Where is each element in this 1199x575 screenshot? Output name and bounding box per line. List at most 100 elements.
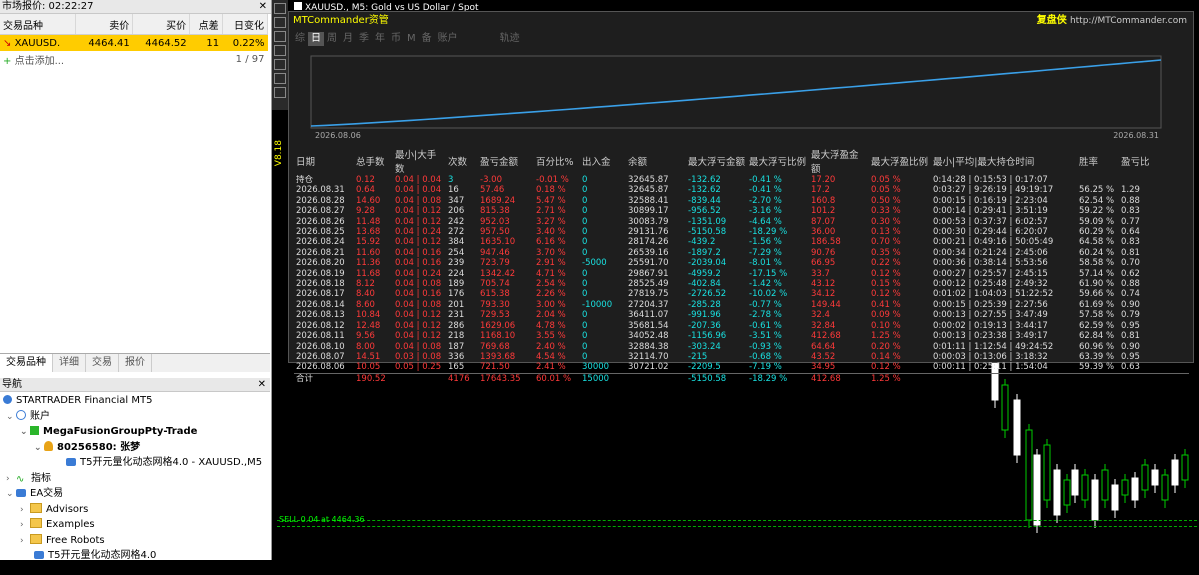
table-cell: 0 (582, 289, 588, 300)
col-change[interactable]: 日变化 (222, 14, 269, 35)
nav-item-server[interactable]: ⌄ MegaFusionGroupPty-Trade (0, 424, 270, 440)
table-cell: 0 (582, 216, 588, 227)
col-spread[interactable]: 点差 (189, 14, 223, 35)
nav-item-advisors[interactable]: › Advisors (0, 502, 270, 518)
chevron-down-icon[interactable]: ⌄ (20, 425, 30, 441)
table-cell: 0:00:53 | 0:37:37 | 6:02:57 (933, 216, 1048, 227)
chevron-down-icon[interactable]: ⌄ (6, 487, 16, 503)
chevron-right-icon[interactable]: › (20, 503, 30, 519)
table-cell: 952.03 (480, 216, 510, 227)
table-cell: 2026.08.24 (296, 237, 345, 248)
table-row: 2026.08.14 8.60 0.04 | 0.08 201 793.30 3.00 %… (294, 300, 1189, 310)
chevron-down-icon[interactable]: ⌄ (6, 410, 16, 426)
nav-item-examples[interactable]: › Examples (0, 517, 270, 533)
table-cell: 206 (448, 206, 465, 217)
table-cell: -303.24 (688, 341, 721, 352)
table-cell: 0 (582, 279, 588, 290)
tab-day[interactable]: 日 (308, 32, 324, 46)
col-header: 最大浮亏金额 (688, 157, 746, 168)
candle-body (1171, 459, 1179, 486)
close-icon[interactable]: ✕ (258, 378, 266, 391)
table-cell: 0.04 | 0.12 (395, 216, 442, 227)
table-cell: 0:03:27 | 9:26:19 | 49:19:17 (933, 185, 1054, 196)
table-row: 2026.08.24 15.92 0.04 | 0.12 384 1635.10 6.16… (294, 237, 1189, 247)
tab-account[interactable]: 账户 (435, 32, 461, 46)
tab-currency[interactable]: 币 (388, 32, 404, 46)
table-cell: 189 (448, 279, 465, 290)
table-cell (1077, 175, 1119, 185)
equity-frame (310, 55, 1162, 129)
table-row: 2026.08.28 14.60 0.04 | 0.08 347 1689.24 5.47… (294, 196, 1189, 206)
tab-year[interactable]: 年 (372, 32, 388, 46)
table-cell: 2026.08.21 (296, 247, 345, 258)
table-cell: 721.50 (480, 362, 510, 373)
table-cell: 57.46 (480, 185, 505, 196)
table-cell: 1629.06 (480, 320, 516, 331)
col-header: 百分比% (536, 157, 574, 168)
tab-summary[interactable]: 综 (292, 32, 308, 46)
table-cell: 57.58 % (1079, 310, 1115, 321)
chevron-right-icon[interactable]: › (20, 534, 30, 550)
ea-icon (34, 551, 44, 559)
col-ask[interactable]: 买价 (132, 14, 191, 35)
candle-body (1025, 429, 1033, 521)
col-symbol[interactable]: 交易品种 (0, 14, 77, 35)
add-symbol-row[interactable]: + 点击添加... 1 / 97 (0, 51, 268, 67)
table-cell: 34.12 (811, 289, 836, 300)
candle-body (1063, 479, 1071, 506)
nav-item-free-robots[interactable]: › Free Robots (0, 533, 270, 549)
col-bid[interactable]: 卖价 (75, 14, 134, 35)
table-cell: 0:00:30 | 0:29:44 | 6:20:07 (933, 227, 1048, 238)
candle-body (1013, 399, 1021, 456)
chevron-down-icon[interactable]: ⌄ (34, 441, 44, 457)
nav-item-account[interactable]: ⌄ 80256580: 张梦 (0, 440, 270, 456)
table-cell: 0.05 | 0.25 (395, 362, 442, 373)
table-cell: 11.48 (356, 216, 381, 227)
table-cell: 0 (582, 185, 588, 196)
table-cell: 0:00:03 | 0:13:06 | 3:18:32 (933, 351, 1048, 362)
table-cell: 0.90 (1121, 299, 1140, 310)
table-cell: 0.10 % (871, 320, 901, 331)
table-row: 2026.08.25 13.68 0.04 | 0.24 272 957.50 3.40 … (294, 227, 1189, 237)
tab-quarter[interactable]: 季 (356, 32, 372, 46)
nav-item-running-ea[interactable]: T5开元量化动态网格4.0 - XAUUSD.,M5 (0, 455, 270, 471)
table-cell: 0.50 % (871, 195, 901, 206)
table-cell: 32588.41 (628, 195, 669, 206)
table-cell: 3.55 % (536, 331, 566, 342)
table-cell: 62.59 % (1079, 320, 1115, 331)
tab-note[interactable]: 备 (419, 32, 435, 46)
tab-track[interactable]: 轨迹 (497, 32, 523, 46)
tab-week[interactable]: 周 (324, 32, 340, 46)
table-cell: 0 (582, 341, 588, 352)
nav-item-indicators[interactable]: › ∿ 指标 (0, 471, 270, 487)
tab-month[interactable]: 月 (340, 32, 356, 46)
symbol-row[interactable]: ↘ XAUUSD. 4464.41 4464.52 11 0.22% (0, 34, 268, 51)
table-cell: 0.81 (1121, 331, 1140, 342)
chevron-right-icon[interactable]: › (20, 518, 30, 534)
tab-details[interactable]: 详细 (53, 354, 86, 372)
nav-item-broker[interactable]: STARTRADER Financial MT5 (0, 393, 270, 409)
panel-url[interactable]: http://MTCommander.com (1070, 16, 1187, 26)
nav-item-experts[interactable]: ⌄ EA交易 (0, 486, 270, 502)
table-row: 2026.08.21 11.60 0.04 | 0.16 254 947.46 3.70 … (294, 248, 1189, 258)
tab-trading[interactable]: 交易 (86, 354, 119, 372)
chart-window[interactable]: XAUUSD., M5: Gold vs US Dollar / Spot V8… (272, 0, 1199, 560)
table-cell: 0 (582, 195, 588, 206)
tab-symbols[interactable]: 交易品种 (0, 354, 53, 372)
table-cell: 1168.10 (480, 331, 516, 342)
nav-item-ea[interactable]: T5开元量化动态网格4.0 (0, 548, 270, 564)
tab-ticks[interactable]: 报价 (119, 354, 152, 372)
table-cell: 0.05 % (871, 185, 901, 196)
close-icon[interactable]: ✕ (259, 0, 267, 13)
candle-body (1071, 469, 1079, 496)
table-cell: 384 (448, 237, 465, 248)
table-cell: 29131.76 (628, 227, 669, 238)
table-cell: -2.70 % (749, 195, 782, 206)
table-row: 2026.08.20 11.36 0.04 | 0.16 239 723.79 2.91 … (294, 258, 1189, 268)
nav-item-accounts[interactable]: ⌄ 账户 (0, 409, 270, 425)
table-cell: 87.07 (811, 216, 836, 227)
table-cell: 30000 (582, 362, 610, 373)
tab-m[interactable]: M (404, 32, 419, 46)
table-cell: 30899.17 (628, 206, 669, 217)
chevron-right-icon[interactable]: › (6, 472, 16, 488)
